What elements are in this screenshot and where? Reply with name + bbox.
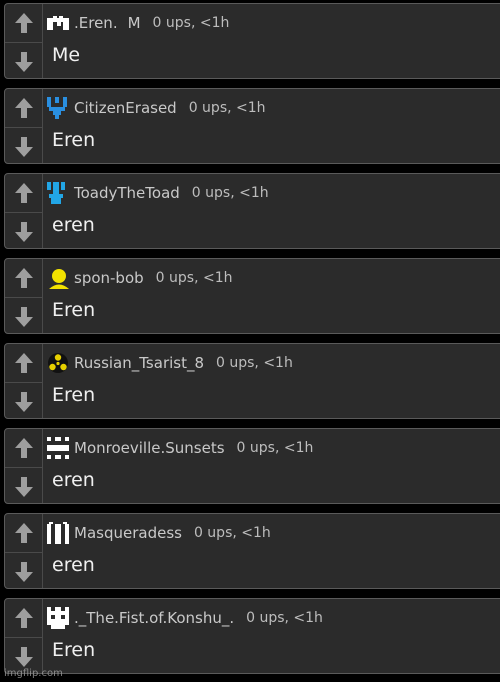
username-link[interactable]: .Eren. [74, 14, 118, 32]
radiation-icon[interactable] [47, 352, 73, 374]
comment-stats: 0 ups, <1h [191, 185, 269, 201]
arrow-down-icon [14, 561, 33, 582]
arrow-down-icon [14, 51, 33, 72]
username-link[interactable]: Masqueradess [74, 524, 182, 542]
comment-card: .Eren. M 0 ups, <1h Me [4, 3, 500, 79]
pixel-fork-icon[interactable] [47, 97, 73, 119]
comment-meta: ._The.Fist.of.Konshu_. 0 ups, <1h [47, 607, 323, 629]
downvote-button[interactable] [5, 467, 42, 503]
comment-text: Eren [52, 384, 96, 406]
downvote-button[interactable] [5, 127, 42, 163]
comment-card: ._The.Fist.of.Konshu_. 0 ups, <1h Eren [4, 598, 500, 674]
arrow-up-icon [14, 97, 33, 118]
username-link[interactable]: ToadyTheToad [74, 184, 180, 202]
arrow-down-icon [14, 221, 33, 242]
vote-column [5, 514, 43, 588]
downvote-button[interactable] [5, 297, 42, 333]
pixel-robot-icon[interactable] [47, 607, 73, 629]
comment-meta: Monroeville.Sunsets 0 ups, <1h [47, 437, 313, 459]
username-link[interactable]: Russian_Tsarist_8 [74, 354, 204, 372]
arrow-up-icon [14, 267, 33, 288]
comment-card: CitizenErased 0 ups, <1h Eren [4, 88, 500, 164]
arrow-up-icon [14, 522, 33, 543]
upvote-button[interactable] [5, 514, 42, 551]
comment-text: Me [52, 44, 81, 66]
comment-card: ToadyTheToad 0 ups, <1h eren [4, 173, 500, 249]
user-flair: M [127, 14, 141, 32]
comment-text: eren [52, 554, 95, 576]
comment-meta: CitizenErased 0 ups, <1h [47, 97, 266, 119]
comment-meta: Russian_Tsarist_8 0 ups, <1h [47, 352, 293, 374]
comment-text: Eren [52, 299, 96, 321]
comment-text: eren [52, 214, 95, 236]
comment-card: spon-bob 0 ups, <1h Eren [4, 258, 500, 334]
upvote-button[interactable] [5, 259, 42, 296]
vote-column [5, 89, 43, 163]
person-silhouette-icon[interactable] [47, 267, 73, 289]
comment-card: Russian_Tsarist_8 0 ups, <1h Eren [4, 343, 500, 419]
arrow-up-icon [14, 12, 33, 33]
downvote-button[interactable] [5, 212, 42, 248]
upvote-button[interactable] [5, 429, 42, 466]
upvote-button[interactable] [5, 174, 42, 211]
vote-column [5, 4, 43, 78]
comment-meta: ToadyTheToad 0 ups, <1h [47, 182, 269, 204]
imgflip-watermark: imgflip.com [4, 668, 63, 679]
arrow-up-icon [14, 182, 33, 203]
arrow-down-icon [14, 391, 33, 412]
comment-feed: .Eren. M 0 ups, <1h Me CitizenErased 0 u… [0, 0, 500, 682]
upvote-button[interactable] [5, 89, 42, 126]
username-link[interactable]: Monroeville.Sunsets [74, 439, 225, 457]
pixel-plant-icon[interactable] [47, 182, 73, 204]
upvote-button[interactable] [5, 4, 42, 41]
comment-meta: Masqueradess 0 ups, <1h [47, 522, 271, 544]
arrow-down-icon [14, 646, 33, 667]
username-link[interactable]: ._The.Fist.of.Konshu_. [74, 609, 234, 627]
upvote-button[interactable] [5, 599, 42, 636]
arrow-down-icon [14, 306, 33, 327]
vote-column [5, 259, 43, 333]
arrow-up-icon [14, 352, 33, 373]
arrow-up-icon [14, 437, 33, 458]
downvote-button[interactable] [5, 382, 42, 418]
username-link[interactable]: CitizenErased [74, 99, 177, 117]
pixel-columns-icon[interactable] [47, 522, 73, 544]
comment-stats: 0 ups, <1h [152, 15, 230, 31]
comment-stats: 0 ups, <1h [246, 610, 323, 626]
comment-stats: 0 ups, <1h [188, 100, 266, 116]
comment-text: eren [52, 469, 95, 491]
arrow-down-icon [14, 136, 33, 157]
downvote-button[interactable] [5, 42, 42, 78]
vote-column [5, 429, 43, 503]
upvote-button[interactable] [5, 344, 42, 381]
comment-stats: 0 ups, <1h [236, 440, 314, 456]
arrow-down-icon [14, 476, 33, 497]
pixel-cross-icon[interactable] [47, 437, 73, 459]
comment-meta: spon-bob 0 ups, <1h [47, 267, 232, 289]
username-link[interactable]: spon-bob [74, 269, 144, 287]
pixel-invader-icon[interactable] [47, 12, 73, 34]
comment-card: Monroeville.Sunsets 0 ups, <1h eren [4, 428, 500, 504]
comment-card: Masqueradess 0 ups, <1h eren [4, 513, 500, 589]
comment-stats: 0 ups, <1h [216, 355, 293, 371]
comment-stats: 0 ups, <1h [155, 270, 233, 286]
comment-text: Eren [52, 129, 96, 151]
downvote-button[interactable] [5, 552, 42, 588]
comment-meta: .Eren. M 0 ups, <1h [47, 12, 229, 34]
comment-text: Eren [52, 639, 96, 661]
vote-column [5, 174, 43, 248]
comment-stats: 0 ups, <1h [193, 525, 271, 541]
vote-column [5, 599, 43, 673]
arrow-up-icon [14, 607, 33, 628]
vote-column [5, 344, 43, 418]
